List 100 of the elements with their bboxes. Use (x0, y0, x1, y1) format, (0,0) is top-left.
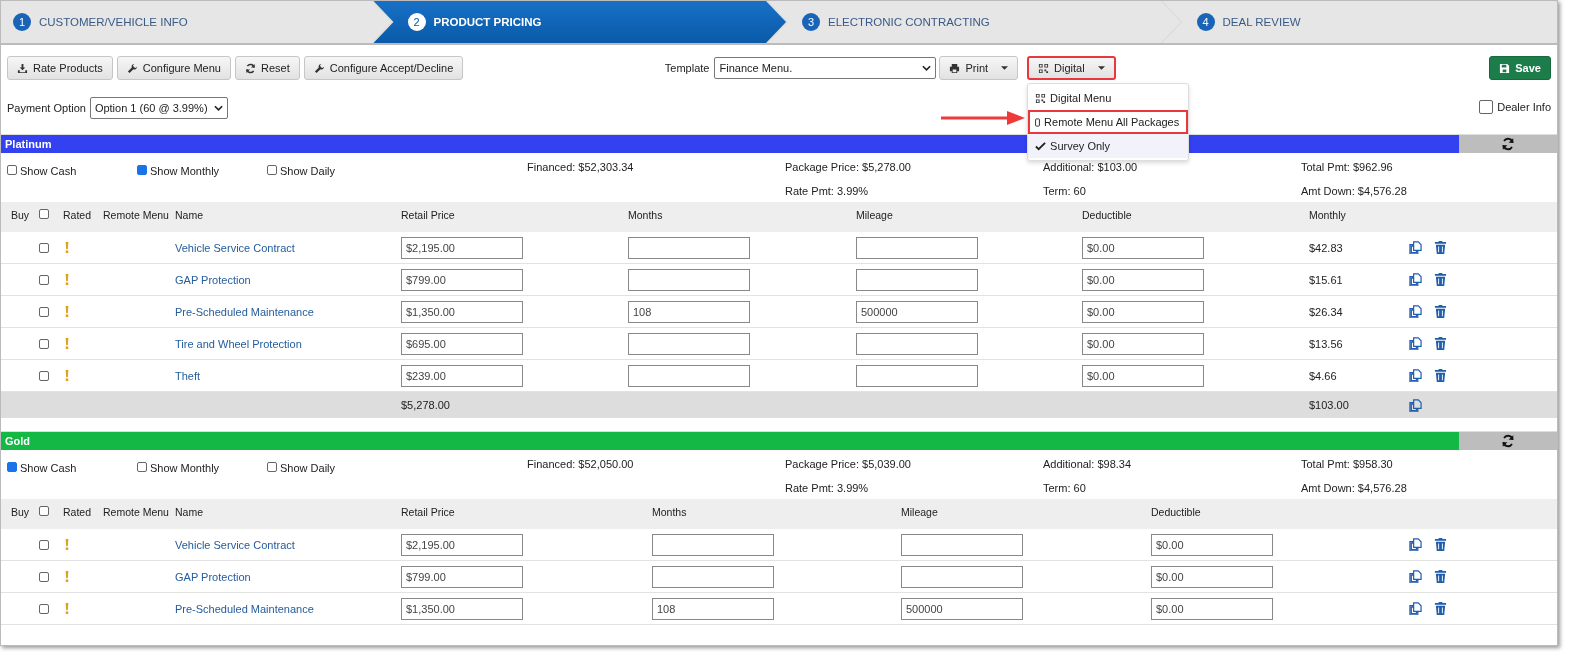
product-link[interactable]: Theft (175, 369, 401, 382)
checkbox[interactable] (267, 165, 277, 175)
refresh-icon (1501, 434, 1515, 448)
retail-price-input[interactable]: $695.00 (401, 332, 523, 355)
copy-icon[interactable] (1409, 241, 1422, 254)
deductible-input[interactable]: $0.00 (1151, 533, 1273, 556)
select-all-checkbox[interactable] (39, 506, 49, 516)
toolbar-button[interactable]: Configure Menu (116, 56, 231, 80)
copy-icon[interactable] (1409, 538, 1422, 551)
monthly-value: $26.34 (1309, 305, 1344, 318)
trash-icon[interactable] (1434, 337, 1447, 350)
trash-icon[interactable] (1434, 570, 1447, 583)
trash-icon[interactable] (1434, 538, 1447, 551)
mileage-input[interactable] (856, 332, 978, 355)
retail-price-input[interactable]: $1,350.00 (401, 597, 523, 620)
product-link[interactable]: GAP Protection (175, 570, 401, 583)
retail-price-input[interactable]: $239.00 (401, 364, 523, 387)
retail-price-input[interactable]: $1,350.00 (401, 300, 523, 323)
menu-item[interactable]: Survey Only (1028, 134, 1189, 158)
product-link[interactable]: Vehicle Service Contract (175, 538, 401, 551)
months-input[interactable] (628, 364, 750, 387)
product-link[interactable]: Vehicle Service Contract (175, 241, 401, 254)
refresh-button[interactable] (1459, 432, 1557, 450)
deductible-input[interactable]: $0.00 (1151, 597, 1273, 620)
months-input[interactable] (628, 268, 750, 291)
mileage-input[interactable] (856, 236, 978, 259)
print-button[interactable]: Print (939, 56, 1019, 80)
copy-icon[interactable] (1409, 337, 1422, 350)
buy-checkbox[interactable] (39, 306, 49, 317)
buy-checkbox[interactable] (39, 571, 49, 582)
select-all-checkbox[interactable] (39, 209, 49, 219)
months-input[interactable] (628, 236, 750, 259)
buy-checkbox[interactable] (39, 338, 49, 349)
digital-button[interactable]: Digital (1027, 56, 1116, 80)
toolbar-button[interactable]: Configure Accept/Decline (303, 56, 464, 80)
refresh-button[interactable] (1459, 135, 1557, 153)
buy-checkbox[interactable] (39, 242, 49, 253)
retail-price-input[interactable]: $2,195.00 (401, 236, 523, 259)
months-input[interactable] (652, 565, 774, 588)
copy-icon[interactable] (1409, 570, 1422, 583)
exclamation-icon (65, 603, 69, 614)
menu-item[interactable]: Remote Menu All Packages (1028, 110, 1189, 134)
refresh-icon (1501, 137, 1515, 151)
copy-icon[interactable] (1409, 273, 1422, 286)
months-input[interactable]: 108 (652, 597, 774, 620)
checkbox[interactable] (1479, 100, 1494, 114)
trash-icon[interactable] (1434, 241, 1447, 254)
payment-option-select[interactable]: Option 1 (60 @ 3.99%) (89, 97, 228, 119)
product-link[interactable]: GAP Protection (175, 273, 401, 286)
mileage-input[interactable] (856, 268, 978, 291)
product-link[interactable]: Pre-Scheduled Maintenance (175, 602, 401, 615)
mileage-input[interactable]: 500000 (901, 597, 1023, 620)
trash-icon[interactable] (1434, 369, 1447, 382)
copy-icon[interactable] (1409, 369, 1422, 382)
toolbar-button[interactable]: Rate Products (7, 56, 113, 80)
option-label: Show Monthly (150, 165, 220, 177)
mileage-input[interactable] (856, 364, 978, 387)
copy-icon[interactable] (1409, 305, 1422, 318)
buy-checkbox[interactable] (39, 274, 49, 285)
months-input[interactable]: 108 (628, 300, 750, 323)
column-header: Months (628, 209, 664, 221)
column-header: Mileage (856, 209, 894, 221)
step-tab[interactable]: 4 DEAL REVIEW (1162, 1, 1557, 43)
trash-icon[interactable] (1434, 305, 1447, 318)
copy-icon[interactable] (1409, 602, 1422, 615)
buy-checkbox[interactable] (39, 370, 49, 381)
toolbar-button[interactable]: Reset (235, 56, 300, 80)
step-tab[interactable]: 3 ELECTRONIC CONTRACTING (768, 1, 1181, 43)
retail-price-input[interactable]: $799.00 (401, 268, 523, 291)
copy-icon[interactable] (1409, 398, 1422, 412)
product-link[interactable]: Pre-Scheduled Maintenance (175, 305, 401, 318)
save-button[interactable]: Save (1489, 56, 1551, 80)
package-name: Platinum (5, 138, 52, 150)
checkbox[interactable] (7, 165, 17, 175)
buy-checkbox[interactable] (39, 603, 49, 614)
mileage-input[interactable] (901, 533, 1023, 556)
checkbox[interactable] (137, 165, 147, 175)
deductible-input[interactable]: $0.00 (1151, 565, 1273, 588)
checkbox[interactable] (267, 462, 277, 472)
trash-icon[interactable] (1434, 602, 1447, 615)
mileage-input[interactable] (901, 565, 1023, 588)
buy-checkbox[interactable] (39, 539, 49, 550)
deductible-input[interactable]: $0.00 (1082, 364, 1204, 387)
step-tab[interactable]: 2 PRODUCT PRICING (373, 1, 786, 43)
deductible-input[interactable]: $0.00 (1082, 236, 1204, 259)
step-tab[interactable]: 1 CUSTOMER/VEHICLE INFO (1, 1, 392, 43)
retail-price-input[interactable]: $2,195.00 (401, 533, 523, 556)
deductible-input[interactable]: $0.00 (1082, 332, 1204, 355)
deductible-input[interactable]: $0.00 (1082, 300, 1204, 323)
months-input[interactable] (652, 533, 774, 556)
product-link[interactable]: Tire and Wheel Protection (175, 337, 401, 350)
mileage-input[interactable]: 500000 (856, 300, 978, 323)
menu-item[interactable]: Digital Menu (1028, 86, 1189, 110)
retail-price-input[interactable]: $799.00 (401, 565, 523, 588)
checkbox[interactable] (7, 462, 17, 472)
trash-icon[interactable] (1434, 273, 1447, 286)
checkbox[interactable] (137, 462, 147, 472)
template-select[interactable]: Finance Menu. (714, 57, 937, 79)
months-input[interactable] (628, 332, 750, 355)
deductible-input[interactable]: $0.00 (1082, 268, 1204, 291)
